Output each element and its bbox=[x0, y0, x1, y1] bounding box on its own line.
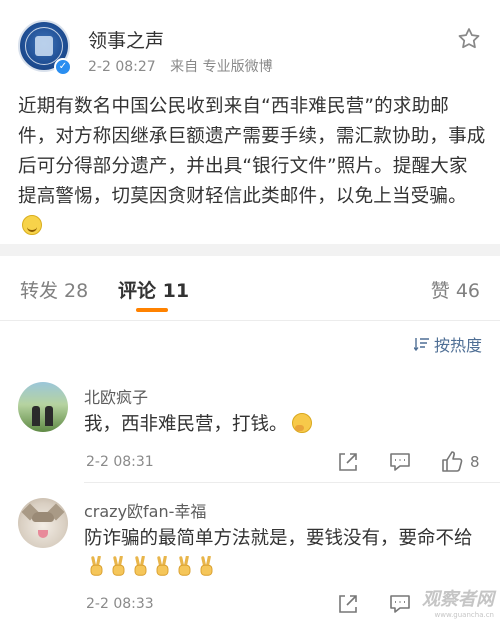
comment-divider bbox=[84, 482, 500, 483]
avatar-cat-patch bbox=[32, 512, 54, 522]
avatar-figure bbox=[32, 406, 40, 426]
active-tab-indicator bbox=[136, 308, 168, 312]
share-icon[interactable] bbox=[336, 450, 360, 474]
post-timestamp: 2-2 08:27 bbox=[88, 59, 156, 75]
victory-hand-icon bbox=[200, 556, 213, 576]
reply-comment-icon[interactable] bbox=[388, 592, 412, 616]
commenter-avatar[interactable] bbox=[18, 382, 68, 432]
section-divider bbox=[0, 244, 500, 256]
comment-actions: 8 bbox=[336, 450, 486, 476]
thinking-emoji-icon bbox=[291, 413, 312, 433]
verified-badge-icon: ✓ bbox=[54, 58, 72, 76]
post-tabs: 转发 28 评论 11 赞 46 bbox=[0, 256, 500, 320]
commenter-name[interactable]: crazy欧fan-幸福 bbox=[84, 498, 206, 522]
avatar-emblem bbox=[35, 36, 53, 56]
tabs-divider bbox=[0, 320, 500, 321]
comment-text: 我，西非难民营，打钱。 bbox=[84, 414, 288, 435]
post-body: 近期有数名中国公民收到来自“西非难民营”的求助邮件，对方称因继承巨额遗产需要手续… bbox=[18, 92, 486, 242]
star-icon[interactable] bbox=[456, 26, 482, 52]
like-icon[interactable] bbox=[440, 450, 464, 474]
sort-by-hot-button[interactable]: 按热度 bbox=[413, 332, 482, 356]
avatar-cat-tongue bbox=[38, 530, 48, 538]
like-count: 8 bbox=[470, 453, 480, 471]
sort-label: 按热度 bbox=[433, 336, 482, 355]
tab-repost[interactable]: 转发 28 bbox=[20, 276, 88, 303]
tab-comments[interactable]: 评论 11 bbox=[118, 276, 189, 303]
post-text: 近期有数名中国公民收到来自“西非难民营”的求助邮件，对方称因继承巨额遗产需要手续… bbox=[18, 96, 486, 207]
comment-time: 2-2 08:33 bbox=[86, 596, 154, 612]
watermark-text: 观察者网 bbox=[422, 589, 494, 610]
victory-hand-icon bbox=[156, 556, 169, 576]
sort-icon bbox=[413, 338, 429, 351]
share-icon[interactable] bbox=[336, 592, 360, 616]
commenter-name[interactable]: 北欧疯子 bbox=[84, 384, 148, 408]
tab-likes[interactable]: 赞 46 bbox=[431, 276, 480, 303]
commenter-avatar[interactable] bbox=[18, 498, 68, 548]
victory-emoji-group bbox=[84, 556, 216, 579]
victory-hand-icon bbox=[90, 556, 103, 576]
watermark-sub: www.guancha.cn bbox=[434, 611, 494, 619]
watermark: 观察者网 www.guancha.cn bbox=[422, 585, 494, 619]
post-meta: 2-2 08:27 来自 专业版微博 bbox=[88, 56, 273, 76]
smile-emoji-icon bbox=[22, 215, 42, 235]
victory-hand-icon bbox=[134, 556, 147, 576]
avatar-figure bbox=[45, 406, 53, 426]
post-header: ✓ 领事之声 2-2 08:27 来自 专业版微博 bbox=[0, 0, 500, 80]
victory-hand-icon bbox=[178, 556, 191, 576]
reply-comment-icon[interactable] bbox=[388, 450, 412, 474]
comment-text-wrap: 防诈骗的最简单方法就是，要钱没有，要命不给 bbox=[84, 524, 480, 584]
comment-text-wrap: 我，西非难民营，打钱。 bbox=[84, 410, 484, 440]
comment-text: 防诈骗的最简单方法就是，要钱没有，要命不给 bbox=[84, 528, 473, 549]
comment-time: 2-2 08:31 bbox=[86, 454, 154, 470]
account-name[interactable]: 领事之声 bbox=[88, 26, 164, 53]
post-source: 来自 专业版微博 bbox=[170, 59, 273, 75]
victory-hand-icon bbox=[112, 556, 125, 576]
